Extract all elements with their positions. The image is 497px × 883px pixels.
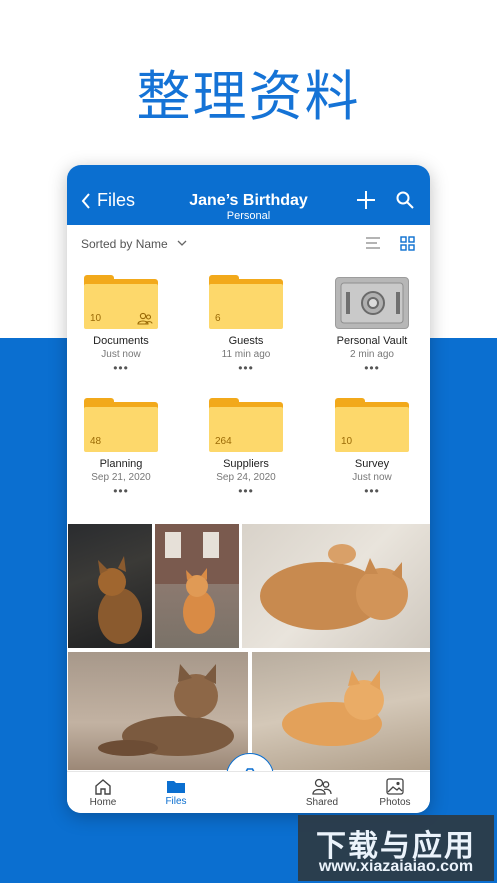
people-icon — [312, 778, 332, 795]
people-icon — [137, 312, 153, 325]
photo-thumbnail[interactable] — [252, 652, 430, 770]
tile-meta: Just now — [101, 349, 141, 360]
watermark: 下载与应用 www.xiazaiaiao.com — [298, 815, 494, 881]
search-icon[interactable] — [396, 191, 414, 209]
watermark-url: www.xiazaiaiao.com — [318, 858, 474, 875]
nav-home[interactable]: Home — [73, 778, 133, 808]
tile-meta: Sep 24, 2020 — [216, 472, 276, 483]
sort-bar: Sorted by Name — [67, 225, 430, 261]
folder-icon: 10 — [335, 398, 409, 452]
more-options-icon[interactable]: ••• — [191, 485, 301, 497]
tile-name: Survey — [354, 458, 390, 470]
folder-icon: 6 — [209, 275, 283, 329]
folder-tile-documents[interactable]: 10 Documents Just now ••• — [67, 275, 176, 374]
folder-tile-personal-vault[interactable]: Personal Vault 2 min ago ••• — [317, 277, 427, 374]
tile-name: Suppliers — [223, 458, 269, 470]
tile-meta: Sep 21, 2020 — [91, 472, 151, 483]
chevron-down-icon[interactable] — [177, 240, 187, 247]
shared-folder-icon: 10 — [84, 275, 158, 329]
more-options-icon[interactable]: ••• — [317, 362, 427, 374]
page-subtitle: Personal — [226, 210, 271, 222]
more-options-icon[interactable]: ••• — [67, 485, 176, 497]
home-icon — [95, 779, 111, 795]
photo-thumbnail[interactable] — [155, 524, 239, 648]
tile-meta: 2 min ago — [350, 349, 394, 360]
tile-name: Guests — [228, 335, 264, 347]
folder-tile-planning[interactable]: 48 Planning Sep 21, 2020 ••• — [67, 398, 176, 497]
grid-view-icon[interactable] — [400, 236, 415, 251]
photo-thumbnail[interactable] — [242, 524, 430, 648]
photos-icon — [386, 778, 404, 795]
tile-name: Personal Vault — [336, 335, 408, 347]
nav-photos-label: Photos — [379, 797, 411, 808]
photo-thumbnail[interactable] — [68, 652, 248, 770]
add-icon[interactable] — [356, 190, 376, 210]
folder-icon: 264 — [209, 398, 283, 452]
folder-icon: 48 — [84, 398, 158, 452]
folder-tile-guests[interactable]: 6 Guests 11 min ago ••• — [191, 275, 301, 374]
app-bar: Files Jane’s Birthday Personal — [67, 165, 430, 225]
more-options-icon[interactable]: ••• — [67, 362, 176, 374]
tile-name: Planning — [99, 458, 143, 470]
bottom-nav: Home Files Shared Photos — [67, 771, 430, 813]
promo-headline: 整理资料 — [136, 65, 361, 128]
tile-name: Documents — [93, 335, 149, 347]
nav-shared[interactable]: Shared — [292, 778, 352, 808]
more-options-icon[interactable]: ••• — [317, 485, 427, 497]
tile-meta: 11 min ago — [221, 349, 271, 360]
nav-shared-label: Shared — [305, 797, 339, 808]
folder-tile-suppliers[interactable]: 264 Suppliers Sep 24, 2020 ••• — [191, 398, 301, 497]
nav-home-label: Home — [89, 797, 117, 808]
nav-files[interactable]: Files — [146, 778, 206, 807]
nav-photos[interactable]: Photos — [365, 778, 425, 808]
sort-dropdown[interactable]: Sorted by Name — [81, 237, 168, 251]
folder-icon — [167, 781, 185, 793]
tile-meta: Just now — [352, 472, 392, 483]
folder-tile-survey[interactable]: 10 Survey Just now ••• — [317, 398, 427, 497]
phone-screen: Files Jane’s Birthday Personal Sorted by… — [67, 165, 430, 813]
nav-files-label: Files — [165, 796, 187, 807]
photo-thumbnail[interactable] — [68, 524, 152, 648]
vault-safe-icon — [335, 277, 409, 329]
list-view-icon[interactable] — [365, 236, 381, 250]
more-options-icon[interactable]: ••• — [191, 362, 301, 374]
